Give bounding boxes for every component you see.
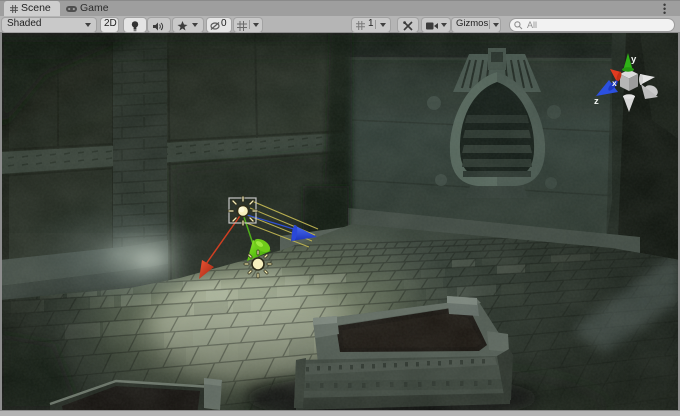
- svg-text:z: z: [594, 96, 599, 107]
- svg-text:y: y: [631, 54, 637, 65]
- svg-text:x: x: [612, 78, 617, 88]
